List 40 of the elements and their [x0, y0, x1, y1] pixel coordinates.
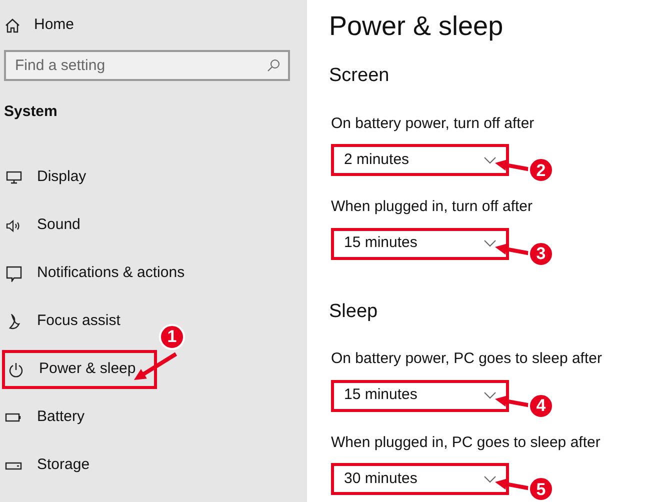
- chevron-down-icon: [484, 392, 496, 399]
- dropdown[interactable]: 15 minutes: [331, 380, 509, 412]
- nav-item[interactable]: Focus assist: [3, 302, 120, 341]
- drive-icon: [5, 462, 22, 470]
- nav-item[interactable]: Display: [3, 158, 86, 197]
- monitor-icon: [6, 171, 22, 184]
- setting-label: When plugged in, turn off after: [331, 197, 534, 217]
- moon-icon: [6, 314, 21, 330]
- section-heading: Screen: [329, 64, 390, 88]
- callout-badge: 1: [159, 324, 185, 350]
- chevron-down-icon: [484, 476, 496, 482]
- home-icon: [5, 18, 20, 32]
- callout-badge: 4: [528, 392, 554, 418]
- setting-label: On battery power, turn off after: [331, 114, 536, 134]
- dropdown[interactable]: 2 minutes: [331, 144, 509, 176]
- search-field[interactable]: Find a setting: [4, 50, 290, 81]
- setting-label: On battery power, PC goes to sleep after: [331, 349, 603, 369]
- dropdown[interactable]: 30 minutes: [331, 463, 509, 495]
- chevron-down-icon: [484, 156, 496, 164]
- nav-item[interactable]: Storage: [3, 446, 90, 485]
- search-icon: [267, 59, 280, 72]
- battery-icon: [5, 413, 22, 422]
- chevron-down-icon: [484, 240, 496, 247]
- callout-badge: 5: [528, 476, 554, 502]
- page-title: Power & sleep: [329, 10, 504, 42]
- speaker-icon: [6, 218, 22, 232]
- home-nav-item[interactable]: Home: [0, 0, 307, 50]
- power-icon: [8, 362, 24, 378]
- dropdown[interactable]: 15 minutes: [331, 228, 509, 260]
- section-heading: System: [3, 102, 58, 122]
- nav-item[interactable]: Battery: [3, 398, 85, 437]
- nav-item[interactable]: Sound: [3, 206, 80, 245]
- section-heading: Sleep: [329, 300, 379, 324]
- callout-badge: 3: [528, 240, 554, 266]
- callout-badge: 2: [528, 157, 554, 183]
- callout-arrow: [134, 352, 178, 380]
- nav-item[interactable]: Notifications & actions: [3, 254, 185, 293]
- speech-bubble-icon: [6, 266, 22, 282]
- nav-item[interactable]: Power & sleep: [2, 350, 157, 389]
- setting-label: When plugged in, PC goes to sleep after: [331, 432, 602, 452]
